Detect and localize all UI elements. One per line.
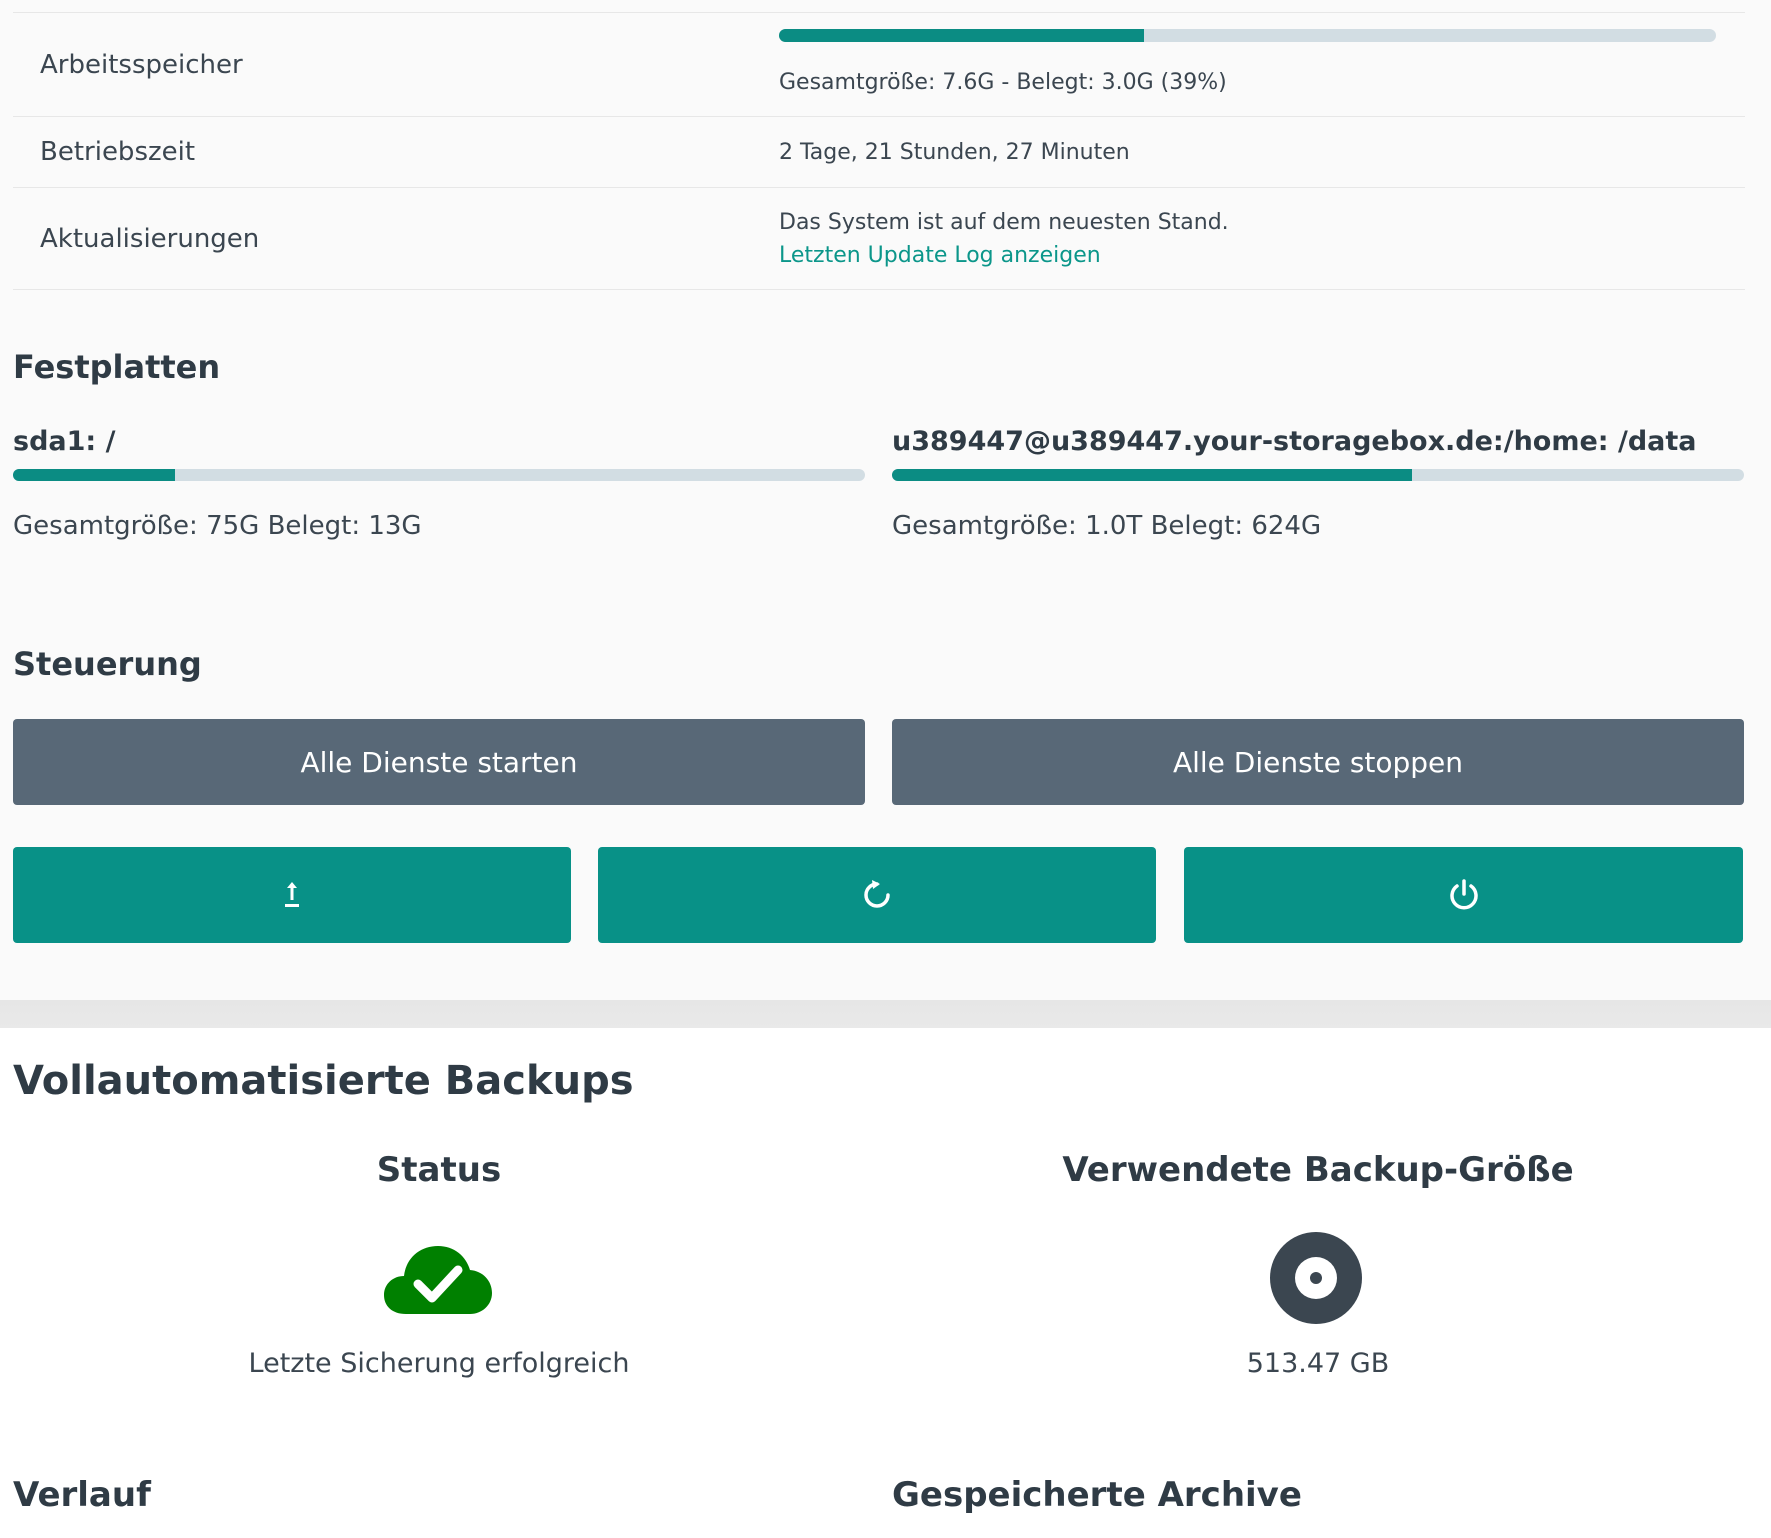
disk-detail: Gesamtgröße: 75G Belegt: 13G (13, 511, 422, 541)
power-icon (1449, 879, 1478, 910)
update-log-link[interactable]: Letzten Update Log anzeigen (779, 243, 1745, 268)
disk-storagebox: u389447@u389447.your-storagebox.de:/home… (892, 426, 1744, 541)
backup-status-text: Letzte Sicherung erfolgreich (248, 1348, 630, 1379)
upload-button[interactable] (13, 847, 571, 943)
memory-label: Arbeitsspeicher (40, 49, 243, 80)
updates-status: Das System ist auf dem neuesten Stand. (779, 209, 1229, 235)
disk-sda1: sda1: / Gesamtgröße: 75G Belegt: 13G (13, 426, 865, 541)
memory-row: Arbeitsspeicher Gesamtgröße: 7.6G - Bele… (13, 13, 1745, 117)
system-info-table: Arbeitsspeicher Gesamtgröße: 7.6G - Bele… (13, 12, 1745, 290)
disk-progress-bar (892, 469, 1744, 481)
uptime-row: Betriebszeit 2 Tage, 21 Stunden, 27 Minu… (13, 117, 1745, 188)
shutdown-button[interactable] (1184, 847, 1743, 943)
stop-all-services-button[interactable]: Alle Dienste stoppen (892, 719, 1744, 805)
backups-title: Vollautomatisierte Backups (13, 1058, 634, 1104)
updates-label: Aktualisierungen (40, 223, 260, 254)
restart-button[interactable] (598, 847, 1156, 943)
memory-progress-fill (779, 28, 1145, 42)
backup-size-title: Verwendete Backup-Größe (1062, 1150, 1574, 1190)
backup-size-value: 513.47 GB (1246, 1348, 1390, 1379)
backup-status-title: Status (376, 1150, 502, 1190)
archives-title: Gespeicherte Archive (892, 1475, 1302, 1515)
restart-icon (864, 880, 890, 908)
disks-title: Festplatten (13, 348, 221, 386)
memory-progress-bar (779, 28, 1716, 42)
memory-detail: Gesamtgröße: 7.6G - Belegt: 3.0G (39%) (779, 69, 1227, 95)
disk-name: sda1: / (13, 426, 116, 457)
disk-progress-fill (892, 469, 1412, 481)
history-title: Verlauf (13, 1475, 151, 1515)
controls-title: Steuerung (13, 645, 202, 683)
disk-name: u389447@u389447.your-storagebox.de:/home… (892, 426, 1697, 457)
cloud-check-icon (382, 1240, 494, 1320)
start-all-services-button[interactable]: Alle Dienste starten (13, 719, 865, 805)
uptime-value: 2 Tage, 21 Stunden, 27 Minuten (779, 139, 1130, 165)
system-panel: Arbeitsspeicher Gesamtgröße: 7.6G - Bele… (0, 0, 1771, 1000)
uptime-label: Betriebszeit (40, 137, 196, 167)
disk-icon (1270, 1232, 1362, 1328)
updates-row: Aktualisierungen Das System ist auf dem … (13, 188, 1745, 290)
disk-detail: Gesamtgröße: 1.0T Belegt: 624G (892, 511, 1322, 541)
disk-progress-bar (13, 469, 865, 481)
disk-progress-fill (13, 469, 175, 481)
backup-panel (0, 1028, 1771, 1538)
upload-icon (285, 882, 299, 907)
panel-divider (0, 1000, 1771, 1028)
